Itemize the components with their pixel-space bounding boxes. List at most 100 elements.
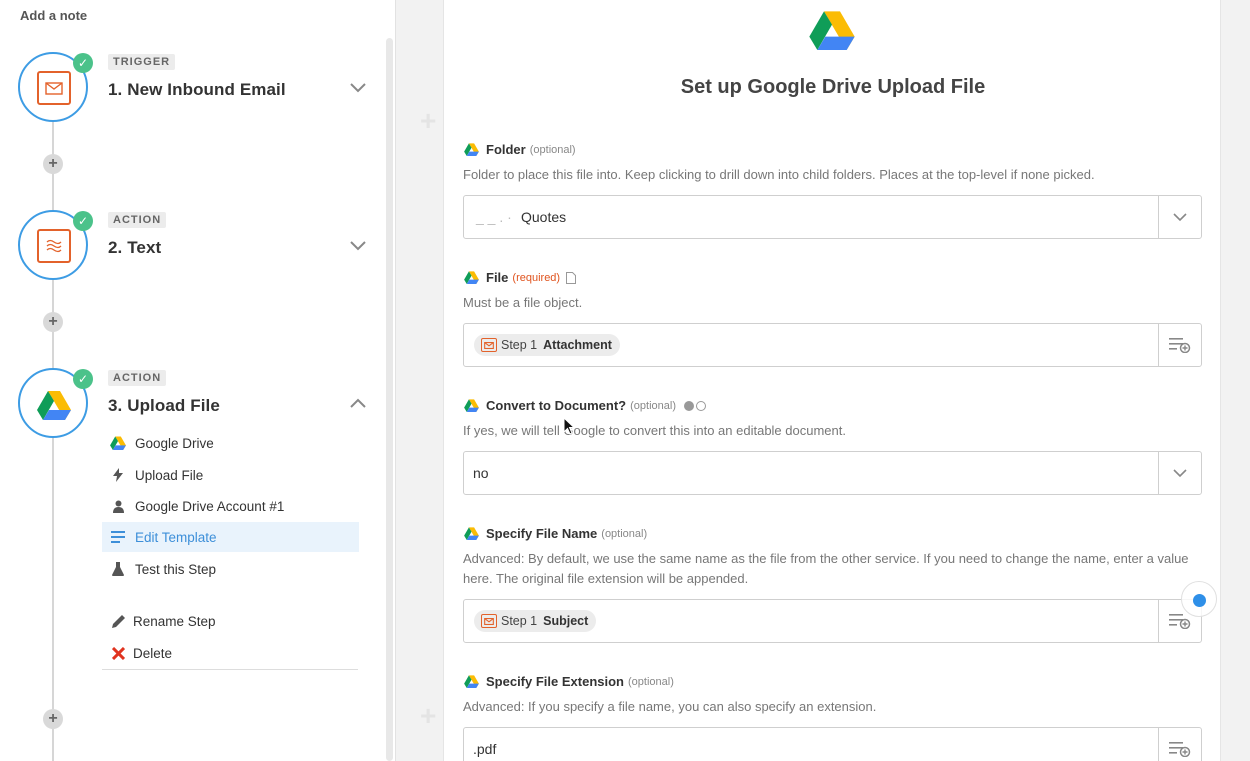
dropdown-toggle[interactable] [1158, 196, 1201, 238]
extension-input[interactable]: .pdf [463, 727, 1202, 761]
step-2-tag: ACTION [108, 212, 167, 228]
sub-item-account[interactable]: Google Drive Account #1 [102, 491, 359, 521]
google-drive-icon [464, 527, 479, 540]
label-text: Convert to Document? [486, 398, 627, 413]
lightning-icon [104, 468, 132, 482]
field-label-convert: Convert to Document? (optional) [464, 398, 708, 413]
file-input[interactable]: Step 1 Attachment [463, 323, 1202, 367]
field-help-folder: Folder to place this file into. Keep cli… [463, 167, 1095, 182]
sub-item-label: Rename Step [133, 613, 216, 629]
email-icon [37, 71, 71, 105]
formatter-icon [37, 229, 71, 263]
sub-item-label: Google Drive [135, 435, 214, 451]
required-badge: (required) [512, 271, 561, 284]
chevron-down-icon [1173, 212, 1187, 221]
step-1-tag: TRIGGER [108, 54, 176, 70]
filename-input[interactable]: Step 1 Subject [463, 599, 1202, 643]
sub-item-label: Upload File [135, 467, 204, 483]
mouse-cursor-icon [563, 417, 575, 435]
pencil-icon [104, 614, 132, 628]
sub-item-edit-template[interactable]: Edit Template [102, 522, 359, 552]
delete-step-button[interactable]: Delete [102, 638, 359, 668]
step-2-title[interactable]: 2. Text [108, 238, 161, 258]
sidebar-scrollbar[interactable] [386, 38, 393, 761]
chevron-down-icon [1173, 468, 1187, 477]
background-plus-icon: + [420, 700, 437, 731]
chevron-down-icon[interactable] [349, 239, 367, 253]
editor-sidebar: Add a note ✓ TRIGGER 1. New Inbound Emai… [0, 0, 396, 761]
pill-step: Step 1 [501, 338, 538, 352]
field-help-filename: Advanced: By default, we use the same na… [463, 551, 1189, 586]
redacted-text: _ _ . · [476, 209, 512, 225]
step-1-title[interactable]: 1. New Inbound Email [108, 80, 286, 100]
label-text: Specify File Name [486, 526, 598, 541]
file-icon [566, 271, 577, 284]
add-step-button[interactable]: + [43, 312, 63, 332]
check-icon: ✓ [73, 211, 93, 231]
insert-field-button[interactable] [1158, 324, 1201, 366]
google-drive-logo-icon [809, 11, 855, 50]
sub-item-action[interactable]: Upload File [102, 460, 359, 490]
mapped-field-pill[interactable]: Step 1 Attachment [474, 334, 620, 356]
convert-select[interactable]: no [463, 451, 1202, 495]
step-3-title[interactable]: 3. Upload File [108, 396, 220, 416]
mapped-field-pill[interactable]: Step 1 Subject [474, 610, 597, 632]
sub-item-label: Test this Step [135, 561, 217, 577]
optional-badge: (optional) [601, 527, 648, 540]
pill-name: Attachment [543, 338, 612, 352]
google-drive-icon [37, 391, 71, 420]
field-help-extension: Advanced: If you specify a file name, yo… [463, 699, 877, 714]
google-drive-icon [464, 143, 479, 156]
email-icon [481, 614, 497, 628]
divider [102, 669, 358, 670]
dot-empty-icon [695, 400, 706, 411]
google-drive-icon [104, 436, 132, 450]
background-plus-icon: + [420, 105, 437, 136]
field-label-extension: Specify File Extension (optional) [464, 674, 674, 689]
sub-item-label: Google Drive Account #1 [135, 498, 285, 514]
rename-step-button[interactable]: Rename Step [102, 606, 359, 636]
label-text: Specify File Extension [486, 674, 624, 689]
google-drive-icon [464, 399, 479, 412]
person-icon [104, 500, 132, 513]
label-text: Folder [486, 142, 526, 157]
check-icon: ✓ [73, 369, 93, 389]
field-label-file: File (required) [464, 270, 577, 285]
folder-select[interactable]: _ _ . · Quotes [463, 195, 1202, 239]
dropdown-toggle[interactable] [1158, 452, 1201, 494]
field-help-file: Must be a file object. [463, 295, 583, 310]
add-step-button[interactable]: + [43, 154, 63, 174]
convert-value: no [473, 465, 489, 481]
field-label-filename: Specify File Name (optional) [464, 526, 647, 541]
flask-icon [104, 562, 132, 576]
sub-item-test[interactable]: Test this Step [102, 554, 359, 584]
insert-data-icon [1169, 614, 1191, 629]
extension-value: .pdf [473, 741, 497, 757]
add-step-button[interactable]: + [43, 709, 63, 729]
label-text: File [486, 270, 509, 285]
sub-item-label: Edit Template [135, 529, 217, 545]
google-drive-icon [464, 675, 479, 688]
insert-data-icon [1169, 338, 1191, 353]
x-icon [104, 646, 132, 660]
chevron-down-icon[interactable] [349, 81, 367, 95]
optional-badge: (optional) [529, 143, 576, 156]
dot-filled-icon [683, 400, 694, 411]
boolean-toggle[interactable] [683, 400, 708, 411]
pill-name: Subject [543, 614, 589, 628]
sub-item-app[interactable]: Google Drive [102, 428, 359, 458]
lines-icon [104, 531, 132, 543]
step-3-tag: ACTION [108, 370, 167, 386]
insert-field-button[interactable] [1158, 728, 1201, 761]
help-beacon[interactable] [1193, 594, 1206, 607]
google-drive-icon [464, 271, 479, 284]
folder-value: Quotes [521, 209, 567, 225]
insert-data-icon [1169, 742, 1191, 757]
pill-step: Step 1 [501, 614, 538, 628]
add-note-link[interactable]: Add a note [20, 8, 87, 23]
field-label-folder: Folder (optional) [464, 142, 576, 157]
optional-badge: (optional) [630, 399, 676, 412]
optional-badge: (optional) [628, 675, 674, 688]
chevron-up-icon[interactable] [349, 396, 367, 410]
sub-item-label: Delete [133, 645, 173, 661]
